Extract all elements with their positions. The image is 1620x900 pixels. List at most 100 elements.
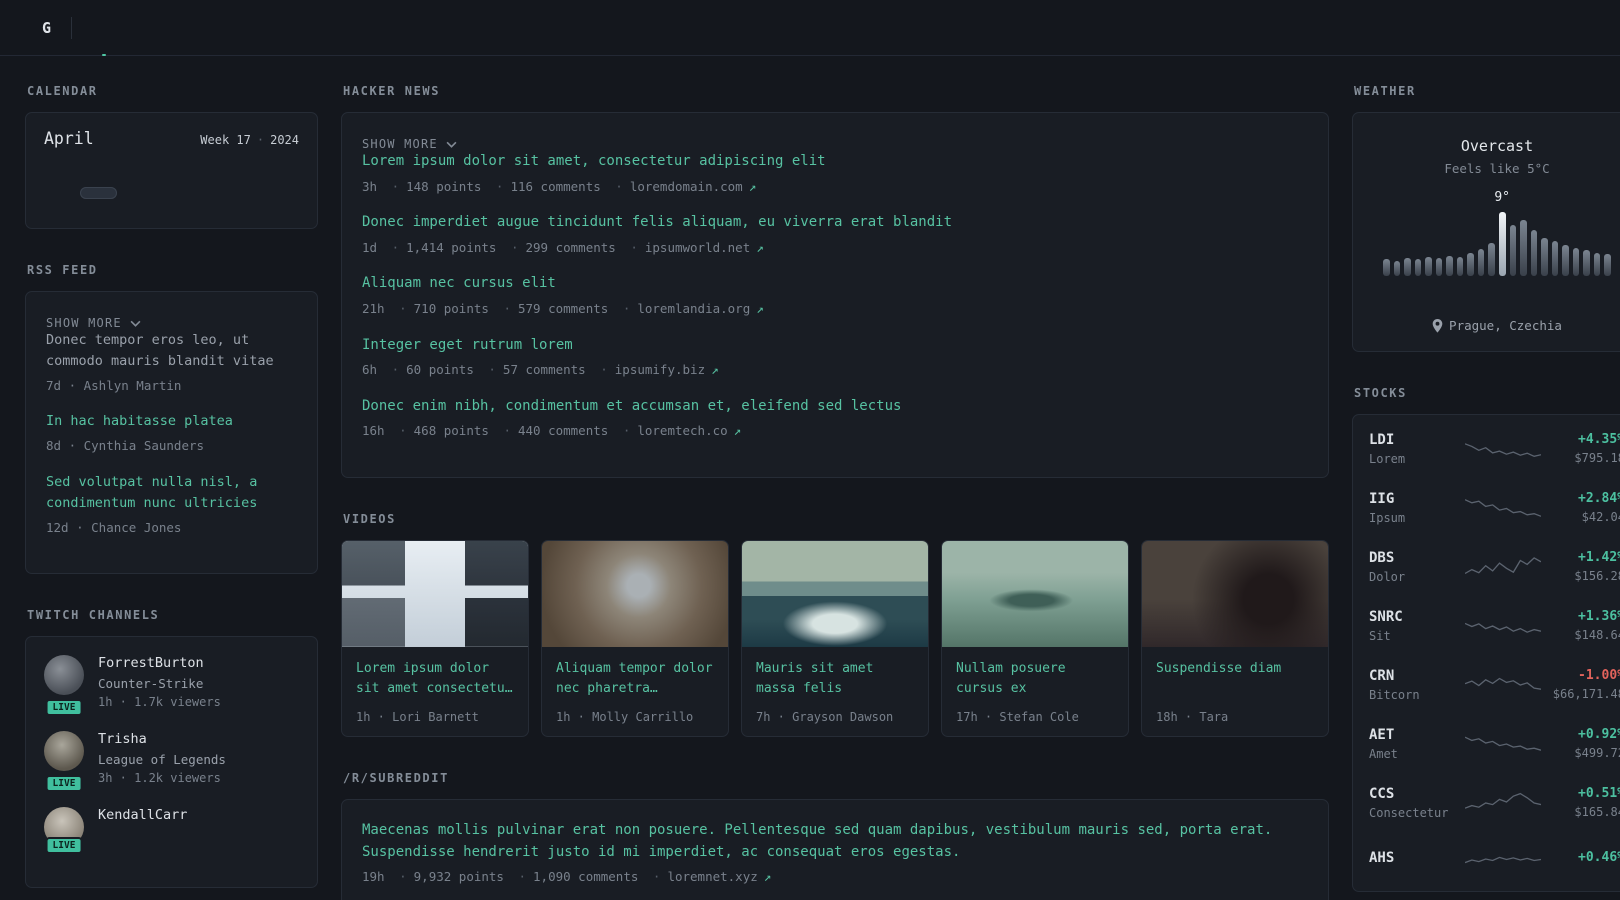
hn-item-comments-link[interactable]: 57 comments [481, 362, 585, 377]
channel-name[interactable]: Trisha [98, 731, 226, 747]
calendar-day[interactable] [44, 172, 80, 184]
stock-row[interactable]: SNRC Sit +1.36% $148.64 [1353, 596, 1620, 655]
stock-row[interactable]: CRN Bitcorn -1.00% $66,171.48 [1353, 655, 1620, 714]
hn-item-comments-link[interactable]: 440 comments [496, 423, 608, 438]
channel-info: Trisha League of Legends 3h · 1.2k viewe… [98, 731, 226, 785]
right-column: WEATHER Overcast Feels like 5°C 9° Pragu… [1352, 84, 1620, 900]
weather-feels-like: Feels like 5°C [1444, 161, 1550, 176]
app-logo[interactable]: G [42, 19, 51, 37]
hn-item-domain-link[interactable]: ipsumworld.net ↗ [623, 240, 763, 255]
calendar-day[interactable] [263, 172, 299, 184]
video-title[interactable]: Aliquam tempor dolor nec pharetra… [556, 659, 714, 699]
post-domain-link[interactable]: loremnet.xyz ↗ [646, 869, 771, 884]
video-title[interactable]: Mauris sit amet massa felis [756, 659, 914, 699]
calendar-week: Week 17 [200, 133, 251, 147]
hn-item-title[interactable]: Lorem ipsum dolor sit amet, consectetur … [362, 151, 1308, 173]
twitch-channel[interactable]: LIVE ForrestBurton Counter-Strike 1h · 1… [44, 655, 299, 717]
video-thumbnail[interactable] [542, 540, 728, 647]
calendar-day[interactable] [190, 202, 226, 214]
hn-item-time: 3h [362, 178, 378, 194]
page-tab[interactable] [168, 0, 192, 56]
calendar-day[interactable] [117, 187, 153, 199]
calendar-day[interactable] [153, 187, 189, 199]
calendar-card: April Week 17 2024 [25, 112, 318, 229]
channel-game[interactable]: League of Legends [98, 752, 226, 767]
hn-item-comments-link[interactable]: 579 comments [496, 301, 608, 316]
stock-name: Consectetur [1369, 805, 1449, 820]
calendar-day[interactable] [263, 187, 299, 199]
video-card[interactable]: Suspendisse diam 18h · Tara [1141, 539, 1329, 737]
video-card[interactable]: Aliquam tempor dolor nec pharetra… 1h · … [541, 539, 729, 737]
channel-name[interactable]: ForrestBurton [98, 655, 221, 671]
calendar-day[interactable] [80, 172, 116, 184]
hn-item-title[interactable]: Integer eget rutrum lorem [362, 335, 1308, 357]
live-badge: LIVE [45, 775, 83, 793]
hn-item-comments-link[interactable]: 116 comments [489, 179, 601, 194]
rss-item-title[interactable]: Sed volutpat nulla nisl, a condimentum n… [46, 472, 297, 514]
channel-name[interactable]: KendallCarr [98, 807, 187, 823]
calendar-day[interactable] [263, 202, 299, 214]
video-thumbnail[interactable] [742, 540, 928, 647]
external-link-icon: ↗ [748, 178, 757, 194]
calendar-day[interactable] [226, 172, 262, 184]
calendar-day[interactable] [190, 187, 226, 199]
calendar-day[interactable] [117, 172, 153, 184]
hn-item-domain-link[interactable]: loremlandia.org ↗ [616, 301, 764, 316]
calendar-day[interactable] [153, 172, 189, 184]
stock-row[interactable]: CCS Consectetur +0.51% $165.84 [1353, 773, 1620, 832]
rss-show-more-button[interactable]: SHOW MORE [46, 316, 141, 330]
calendar-day[interactable] [44, 202, 80, 214]
stock-name: Sit [1369, 628, 1391, 643]
calendar-day[interactable] [226, 202, 262, 214]
hn-item-domain-link[interactable]: loremtech.co ↗ [616, 423, 741, 438]
hn-item-title[interactable]: Aliquam nec cursus elit [362, 273, 1308, 295]
video-thumbnail[interactable] [942, 540, 1128, 647]
stock-symbol: CRN [1369, 667, 1395, 684]
hn-item-title[interactable]: Donec enim nibh, condimentum et accumsan… [362, 396, 1308, 418]
video-meta: 17h · Stefan Cole [956, 709, 1079, 724]
video-title[interactable]: Lorem ipsum dolor sit amet consectetu… [356, 659, 514, 699]
page-tab[interactable] [130, 0, 154, 56]
rss-item: In hac habitasse platea 8d · Cynthia Sau… [46, 411, 297, 454]
video-card[interactable]: Mauris sit amet massa felis 7h · Grayson… [741, 539, 929, 737]
twitch-channel[interactable]: LIVE Trisha League of Legends 3h · 1.2k … [44, 731, 299, 793]
stock-row[interactable]: DBS Dolor +1.42% $156.28 [1353, 537, 1620, 596]
page-tab[interactable] [92, 0, 116, 56]
hn-item: Aliquam nec cursus elit 21h 710 points 5… [362, 273, 1308, 317]
video-title[interactable]: Suspendisse diam [1156, 659, 1314, 679]
rss-item-title[interactable]: In hac habitasse platea [46, 411, 297, 432]
stock-row[interactable]: IIG Ipsum +2.84% $42.04 [1353, 478, 1620, 537]
rss-widget: RSS FEED SHOW MORE Donec tempor eros leo… [25, 263, 318, 575]
stock-row[interactable]: AHS +0.46% [1353, 832, 1620, 887]
hn-item-domain-link[interactable]: loremdomain.com ↗ [608, 179, 756, 194]
live-badge: LIVE [45, 699, 83, 717]
calendar-day[interactable] [153, 202, 189, 214]
hn-item-comments-link[interactable]: 299 comments [504, 240, 616, 255]
calendar-day[interactable] [80, 187, 117, 199]
subreddit-post-title[interactable]: Maecenas mollis pulvinar erat non posuer… [362, 820, 1308, 863]
post-comments-link[interactable]: 1,090 comments [511, 869, 638, 884]
calendar-day[interactable] [226, 187, 262, 199]
hn-show-more-button[interactable]: SHOW MORE [362, 137, 457, 151]
video-thumbnail[interactable] [1142, 540, 1328, 647]
calendar-day[interactable] [44, 187, 80, 199]
video-title[interactable]: Nullam posuere cursus ex [956, 659, 1114, 699]
calendar-day[interactable] [80, 202, 116, 214]
twitch-channel[interactable]: LIVE KendallCarr [44, 807, 299, 855]
calendar-day[interactable] [117, 202, 153, 214]
hn-item-title[interactable]: Donec imperdiet augue tincidunt felis al… [362, 212, 1308, 234]
channel-game[interactable]: Counter-Strike [98, 676, 221, 691]
stock-values: +2.84% $42.04 [1545, 491, 1620, 524]
rss-item-title[interactable]: Donec tempor eros leo, ut commodo mauris… [46, 330, 297, 372]
video-card[interactable]: Lorem ipsum dolor sit amet consectetu… 1… [341, 539, 529, 737]
channel-info: ForrestBurton Counter-Strike 1h · 1.7k v… [98, 655, 221, 709]
video-card[interactable]: Nullam posuere cursus ex 17h · Stefan Co… [941, 539, 1129, 737]
video-thumbnail[interactable] [342, 540, 528, 647]
stock-row[interactable]: AET Amet +0.92% $499.72 [1353, 714, 1620, 773]
video-meta: 18h · Tara [1156, 709, 1229, 724]
stock-row[interactable]: LDI Lorem +4.35% $795.18 [1353, 419, 1620, 478]
hn-item-domain-link[interactable]: ipsumify.biz ↗ [593, 362, 718, 377]
calendar-day[interactable] [190, 172, 226, 184]
page-tab[interactable] [206, 0, 230, 56]
hn-item-domain: loremlandia.org [637, 301, 751, 317]
